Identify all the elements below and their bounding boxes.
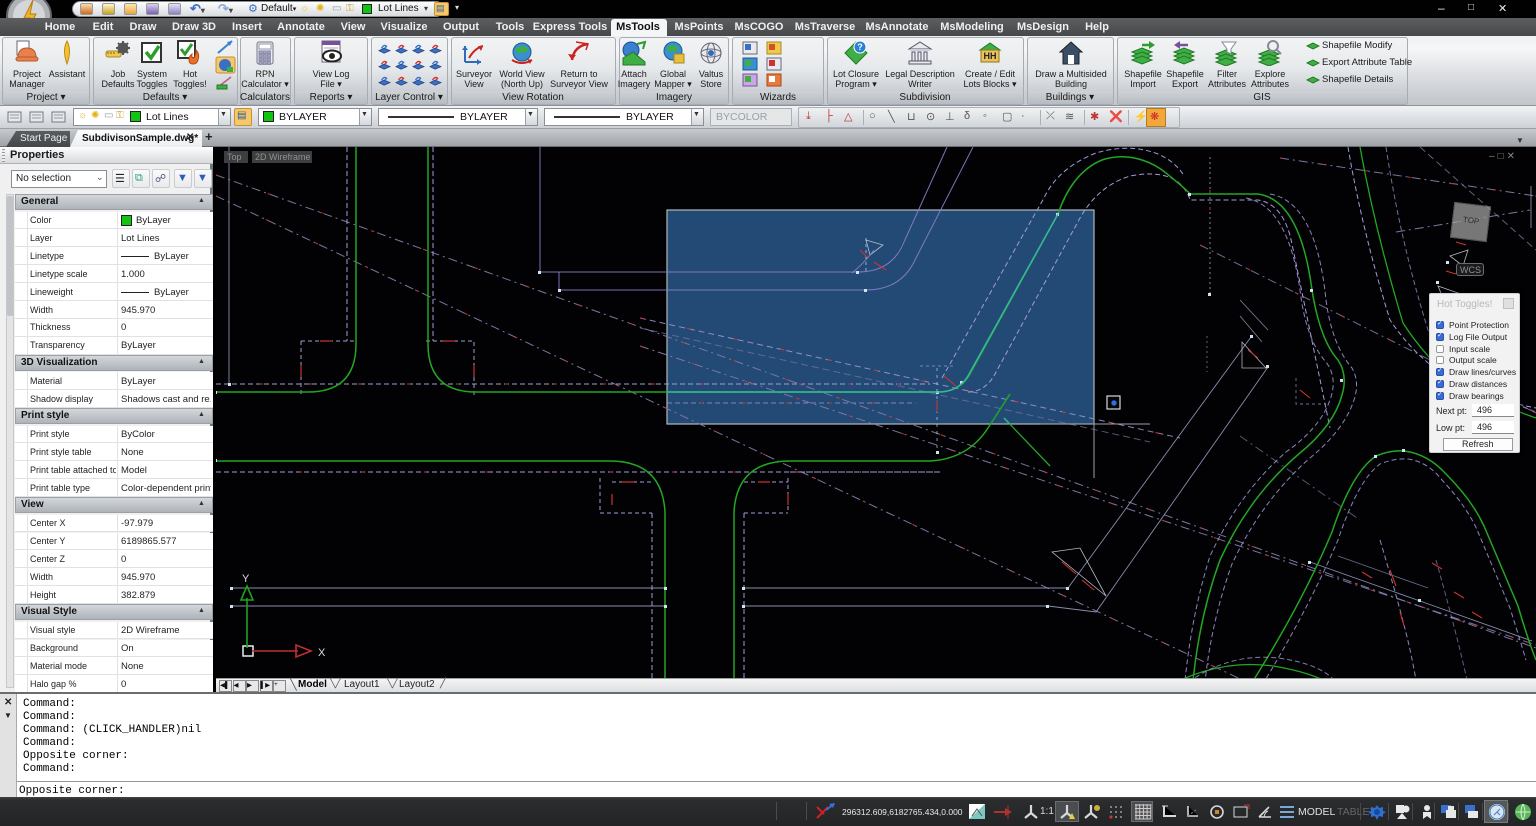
- svg-text:HH: HH: [984, 51, 997, 61]
- svg-text:X: X: [318, 647, 326, 659]
- svg-text:Y: Y: [242, 573, 250, 585]
- svg-text:?: ?: [857, 42, 863, 52]
